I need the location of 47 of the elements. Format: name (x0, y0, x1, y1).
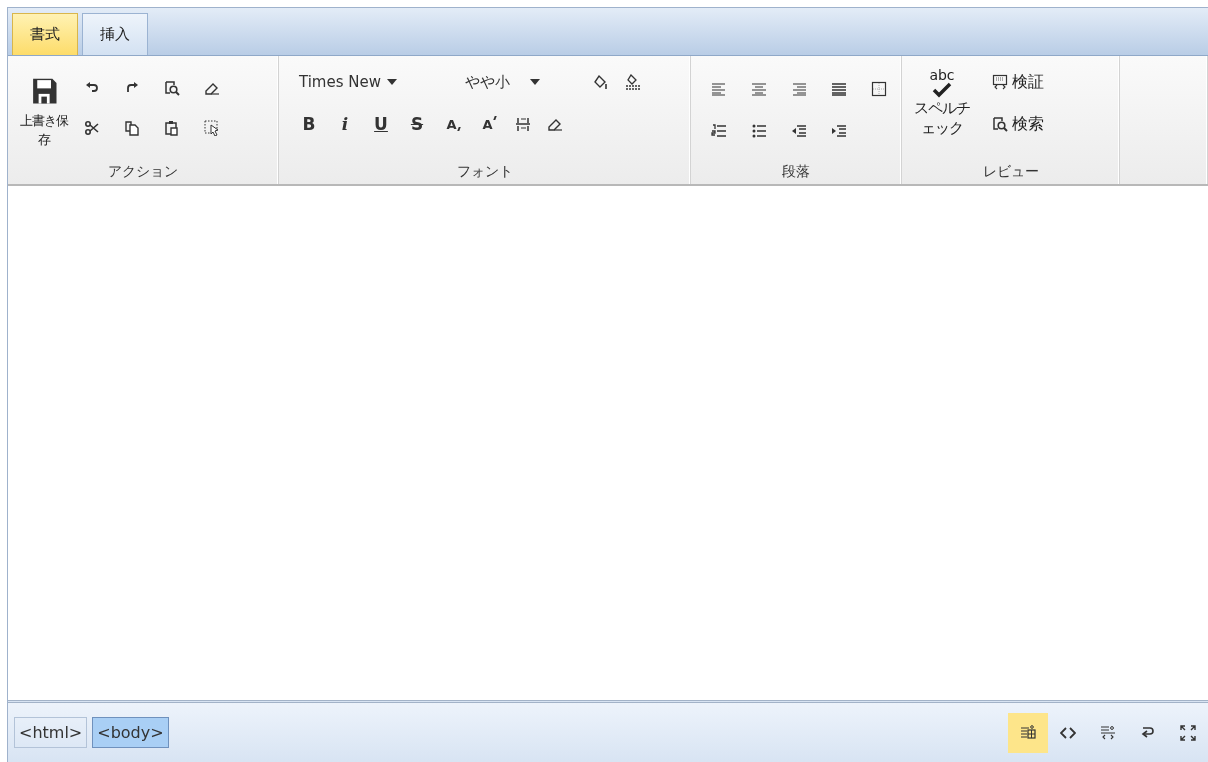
strike-button[interactable]: S (407, 114, 427, 134)
underline-button[interactable]: U (371, 114, 391, 134)
find-label[interactable]: 検索 (1012, 113, 1044, 135)
validate-label[interactable]: 検証 (1012, 71, 1044, 93)
superscript-button[interactable]: A (479, 116, 499, 132)
font-name-dropdown[interactable]: Times New (299, 73, 449, 91)
outdent-icon[interactable] (791, 123, 807, 139)
spellcheck-icon-text[interactable]: abc (929, 68, 955, 82)
spellcheck-label[interactable]: スペルチェック (911, 98, 973, 138)
table-icon[interactable] (871, 81, 887, 97)
align-left-icon[interactable] (711, 81, 727, 97)
tag-path-button[interactable]: <body> (92, 717, 169, 748)
paste-icon[interactable] (164, 120, 180, 136)
group-title: 段落 (782, 163, 810, 179)
ribbon-tab[interactable]: 挿入 (82, 13, 148, 55)
group-title: レビュー (982, 163, 1039, 179)
group-title: フォント (456, 163, 513, 179)
insert-row-icon[interactable] (515, 116, 531, 132)
highlight-icon[interactable] (625, 74, 641, 90)
copy-icon[interactable] (124, 120, 140, 136)
select-all-icon[interactable] (204, 120, 220, 136)
scissors-icon[interactable] (84, 120, 100, 136)
tag-path-button[interactable]: <html> (14, 717, 88, 748)
font-size-dropdown[interactable]: やや小 (465, 72, 577, 92)
split-view-icon[interactable] (1100, 724, 1116, 741)
bullet-list-icon[interactable] (751, 123, 767, 139)
preview-icon[interactable] (164, 80, 180, 96)
return-arrow-icon[interactable] (1140, 724, 1156, 741)
save-label[interactable]: 上書き保存 (16, 111, 72, 150)
justify-icon[interactable] (831, 81, 847, 97)
code-window-icon[interactable] (992, 74, 1008, 90)
italic-button[interactable]: i (335, 114, 355, 134)
view-mode-button[interactable] (1008, 712, 1048, 753)
align-center-icon[interactable] (751, 81, 767, 97)
code-icon[interactable] (1060, 724, 1076, 741)
subscript-button[interactable]: A (443, 116, 463, 132)
checkmark-icon[interactable] (932, 82, 952, 98)
numbered-list-icon[interactable] (711, 123, 727, 139)
group-title: アクション (108, 163, 178, 179)
paint-bucket-icon[interactable] (593, 74, 609, 90)
ribbon-tab[interactable]: 書式 (12, 13, 78, 55)
search-icon[interactable] (992, 116, 1008, 132)
indent-icon[interactable] (831, 123, 847, 139)
design-view-icon[interactable] (1020, 724, 1036, 741)
fullscreen-icon[interactable] (1180, 724, 1196, 741)
align-right-icon[interactable] (791, 81, 807, 97)
bold-button[interactable]: B (299, 114, 319, 134)
